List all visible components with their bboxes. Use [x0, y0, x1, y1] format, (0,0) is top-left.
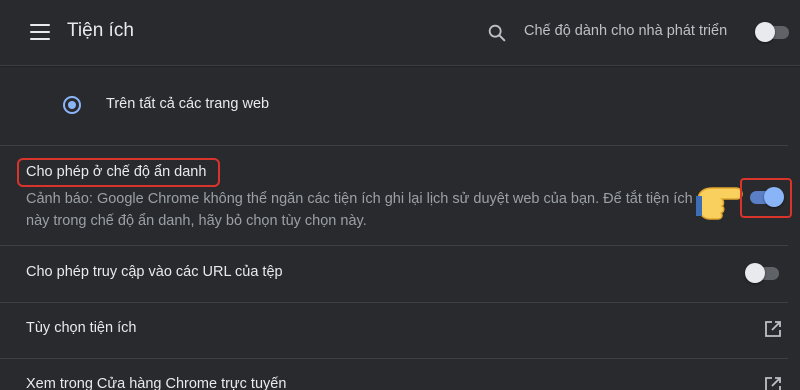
page-title: Tiện ích — [67, 20, 134, 41]
web-store-label[interactable]: Xem trong Cửa hàng Chrome trực tuyến — [26, 376, 286, 390]
file-urls-label: Cho phép truy cập vào các URL của tệp — [26, 264, 283, 280]
pointing-hand-icon — [696, 187, 743, 220]
divider — [0, 358, 788, 359]
search-icon[interactable] — [486, 22, 508, 44]
divider — [0, 302, 788, 303]
extension-options-label[interactable]: Tùy chọn tiện ích — [26, 320, 136, 336]
developer-mode-toggle[interactable] — [755, 22, 791, 42]
incognito-label: Cho phép ở chế độ ẩn danh — [26, 164, 207, 180]
top-bar: Tiện ích Chế độ dành cho nhà phát triển — [0, 0, 800, 66]
incognito-warning-text: Cảnh báo: Google Chrome không thể ngăn c… — [26, 191, 693, 229]
developer-mode-label: Chế độ dành cho nhà phát triển — [524, 23, 728, 39]
hamburger-menu-icon[interactable] — [30, 24, 50, 40]
open-in-new-icon[interactable] — [764, 320, 782, 338]
divider — [0, 245, 788, 246]
site-access-radio[interactable] — [63, 96, 81, 114]
divider — [0, 145, 788, 146]
incognito-toggle[interactable] — [748, 187, 784, 207]
file-urls-toggle[interactable] — [745, 263, 781, 283]
site-access-option-label: Trên tất cả các trang web — [106, 96, 270, 112]
open-in-new-icon[interactable] — [764, 376, 782, 390]
